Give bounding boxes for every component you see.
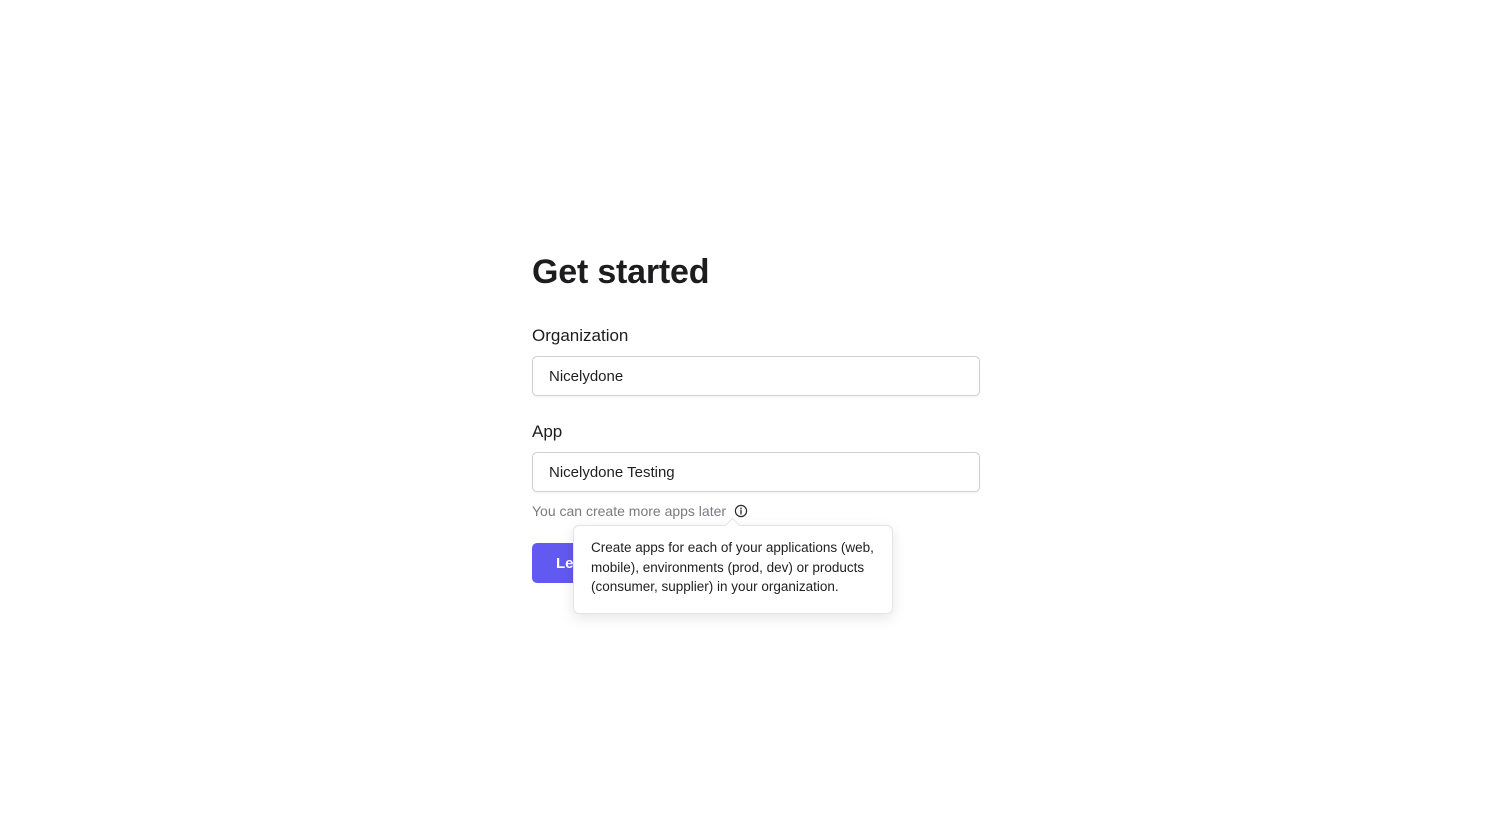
app-hint-text: You can create more apps later [532,503,727,519]
app-input[interactable] [532,452,980,492]
app-label: App [532,422,563,441]
page: Get started Organization App You can cre… [0,0,1512,814]
info-circle-icon[interactable] [734,504,748,518]
tooltip-arrow [724,517,741,534]
info-circle-icon-svg [734,504,748,518]
tooltip-text: Create apps for each of your application… [591,540,874,594]
app-hint-row: You can create more apps later [532,502,980,520]
page-title: Get started [532,253,710,291]
organization-input[interactable] [532,356,980,396]
get-started-form: Get started Organization App You can cre… [532,250,980,583]
organization-label: Organization [532,326,629,345]
app-info-tooltip: Create apps for each of your application… [573,517,893,614]
